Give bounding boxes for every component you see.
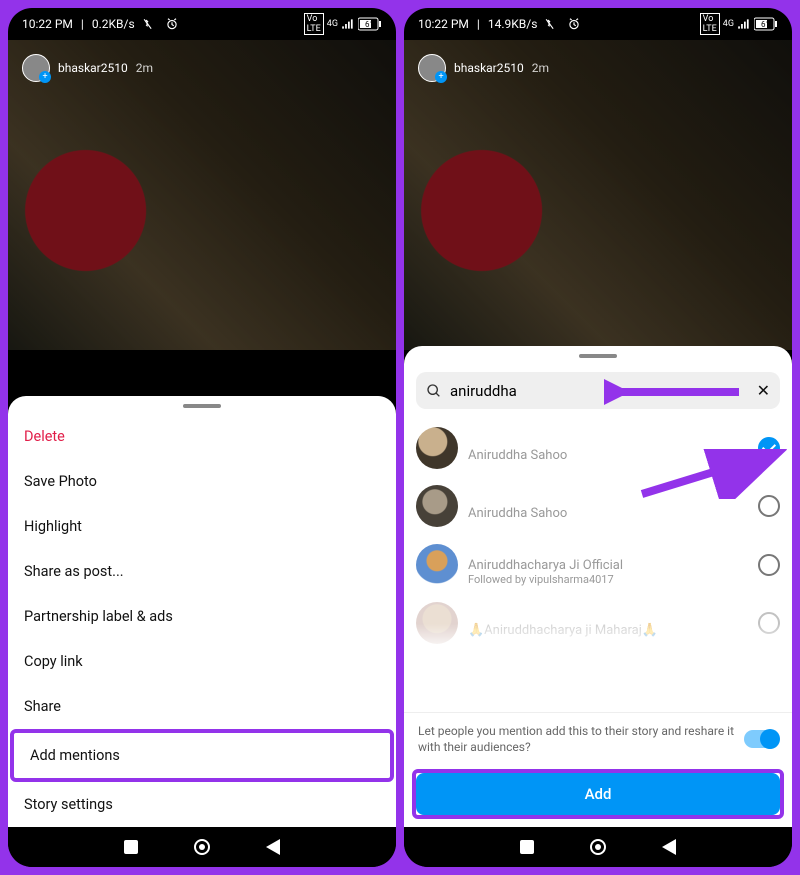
menu-add-mentions[interactable]: Add mentions: [14, 733, 390, 778]
status-bar: 10:22 PM | 14.9KB/s VoLTE 4G 61: [404, 8, 792, 40]
menu-share[interactable]: Share: [8, 684, 396, 729]
story-age: 2m: [136, 61, 153, 75]
menu-share-as-post[interactable]: Share as post...: [8, 549, 396, 594]
alarm-icon: [567, 17, 581, 31]
network-type: 4G: [327, 19, 338, 29]
result-sub: Followed by vipulsharma4017: [468, 573, 748, 586]
result-radio[interactable]: [758, 495, 780, 517]
signal-icon: [341, 17, 355, 31]
story-background[interactable]: + bhaskar2510 2m: [8, 40, 396, 350]
search-icon: [426, 383, 442, 399]
android-nav-bar: [8, 827, 396, 867]
result-name: Aniruddha Sahoo: [468, 506, 748, 521]
back-button[interactable]: [266, 839, 280, 855]
story-header[interactable]: + bhaskar2510 2m: [418, 54, 549, 82]
phone-right: 10:22 PM | 14.9KB/s VoLTE 4G 61 + bhaska…: [404, 8, 792, 867]
result-avatar: [416, 427, 458, 469]
result-avatar: [416, 544, 458, 586]
annotation-highlight: Add mentions: [10, 729, 394, 782]
plus-badge-icon: +: [39, 71, 51, 83]
recents-button[interactable]: [520, 840, 534, 854]
annotation-highlight: Add: [412, 769, 784, 819]
menu-highlight[interactable]: Highlight: [8, 504, 396, 549]
search-results: Aniruddha Sahoo Aniruddha Sahoo Aniruddh…: [404, 419, 792, 712]
home-button[interactable]: [590, 839, 606, 855]
result-name: Aniruddha Sahoo: [468, 448, 748, 463]
story-background[interactable]: + bhaskar2510 2m: [404, 40, 792, 350]
status-time: 10:22 PM: [418, 17, 469, 31]
vibrate-icon: [143, 17, 157, 31]
status-speed: 14.9KB/s: [488, 17, 538, 31]
search-row: ✕: [416, 372, 780, 409]
svg-text:61: 61: [761, 20, 770, 29]
avatar[interactable]: +: [22, 54, 50, 82]
vibrate-icon: [545, 17, 559, 31]
plus-badge-icon: +: [435, 71, 447, 83]
recents-button[interactable]: [124, 840, 138, 854]
result-name: Aniruddhacharya Ji Official: [468, 558, 748, 573]
add-mentions-sheet: ✕ Aniruddha Sahoo Aniruddha Sahoo Anirud…: [404, 346, 792, 827]
result-row-0[interactable]: Aniruddha Sahoo: [416, 419, 780, 477]
sheet-handle[interactable]: [183, 404, 221, 408]
story-username[interactable]: bhaskar2510: [454, 61, 524, 75]
menu-save-photo[interactable]: Save Photo: [8, 459, 396, 504]
status-bar: 10:22 PM | 0.2KB/s VoLTE 4G 61: [8, 8, 396, 40]
story-header[interactable]: + bhaskar2510 2m: [22, 54, 153, 82]
volte-badge: VoLTE: [304, 13, 324, 35]
avatar[interactable]: +: [418, 54, 446, 82]
result-radio[interactable]: [758, 437, 780, 459]
phone-left: 10:22 PM | 0.2KB/s VoLTE 4G 61 + bhaskar…: [8, 8, 396, 867]
result-row-1[interactable]: Aniruddha Sahoo: [416, 477, 780, 535]
story-age: 2m: [532, 61, 549, 75]
back-button[interactable]: [662, 839, 676, 855]
clear-search-button[interactable]: ✕: [757, 381, 770, 400]
volte-badge: VoLTE: [700, 13, 720, 35]
battery-icon: 61: [358, 17, 382, 31]
mention-reshare-row: Let people you mention add this to their…: [404, 712, 792, 765]
signal-icon: [737, 17, 751, 31]
status-time: 10:22 PM: [22, 17, 73, 31]
result-radio[interactable]: [758, 554, 780, 576]
menu-partnership[interactable]: Partnership label & ads: [8, 594, 396, 639]
story-username[interactable]: bhaskar2510: [58, 61, 128, 75]
alarm-icon: [165, 17, 179, 31]
search-input[interactable]: [450, 382, 749, 400]
home-button[interactable]: [194, 839, 210, 855]
network-type: 4G: [723, 19, 734, 29]
svg-text:61: 61: [365, 20, 374, 29]
menu-copy-link[interactable]: Copy link: [8, 639, 396, 684]
menu-delete[interactable]: Delete: [8, 414, 396, 459]
battery-icon: 61: [754, 17, 778, 31]
status-speed: 0.2KB/s: [92, 17, 135, 31]
reshare-toggle[interactable]: [744, 730, 778, 748]
toggle-label: Let people you mention add this to their…: [418, 723, 734, 755]
sheet-handle[interactable]: [579, 354, 617, 358]
result-row-2[interactable]: Aniruddhacharya Ji OfficialFollowed by v…: [416, 535, 780, 594]
result-avatar: [416, 485, 458, 527]
menu-story-settings[interactable]: Story settings: [8, 782, 396, 827]
android-nav-bar: [404, 827, 792, 867]
story-options-sheet: Delete Save Photo Highlight Share as pos…: [8, 396, 396, 827]
add-button[interactable]: Add: [416, 773, 780, 815]
